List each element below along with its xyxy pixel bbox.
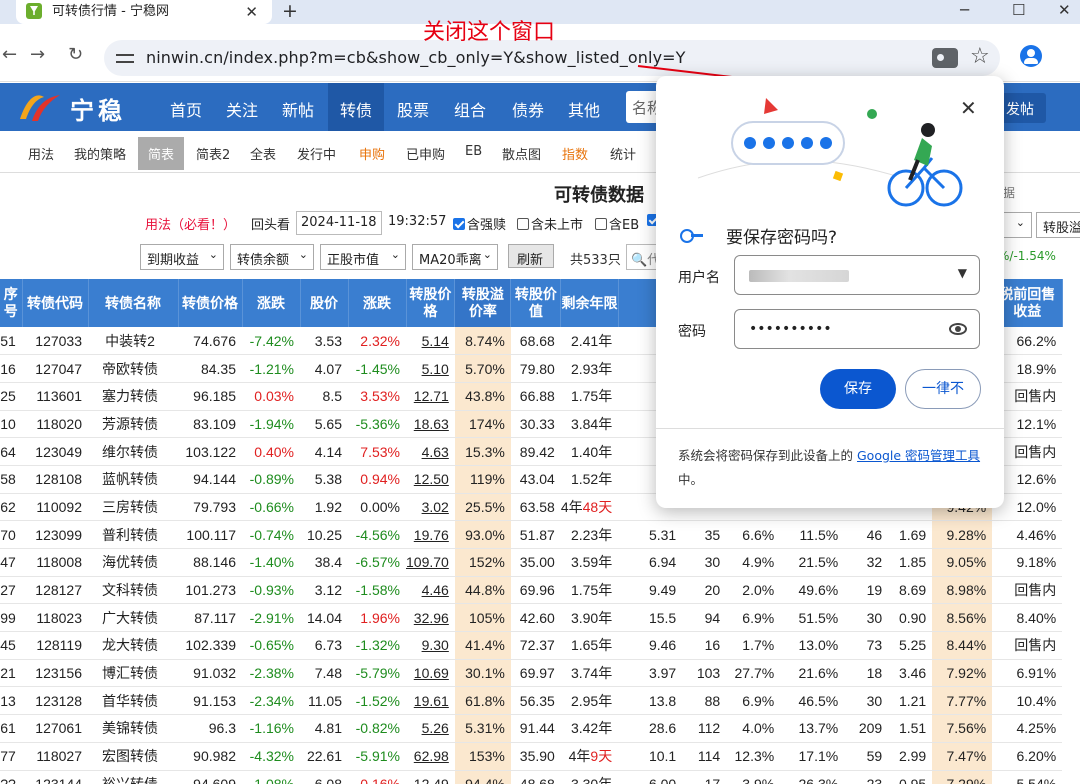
- dialog-divider: [656, 428, 1004, 429]
- dialog-footer: 系统会将密码保存到此设备上的 Google 密码管理工具中。: [678, 448, 981, 487]
- save-button[interactable]: 保存: [820, 369, 896, 409]
- password-manager-link[interactable]: Google 密码管理工具: [857, 448, 980, 463]
- never-button[interactable]: 一律不: [905, 369, 981, 409]
- dialog-title: 要保存密码吗?: [726, 228, 838, 248]
- username-label: 用户名: [678, 270, 720, 286]
- cyclist-illustration: [697, 98, 963, 207]
- show-password-eye-icon[interactable]: [949, 323, 967, 335]
- password-label: 密码: [678, 324, 706, 340]
- key-icon: [680, 229, 704, 243]
- password-field[interactable]: ••••••••••: [734, 309, 980, 349]
- password-value: ••••••••••: [749, 321, 832, 337]
- username-blurred-value: [749, 270, 849, 282]
- dropdown-arrow-icon[interactable]: ▼: [958, 266, 967, 280]
- username-field[interactable]: ▼: [734, 255, 980, 295]
- save-password-dialog: ✕ 要保存密码吗? 用户名 ▼ 密码 •••••••••• 保存 一律不 系统会…: [656, 76, 1004, 508]
